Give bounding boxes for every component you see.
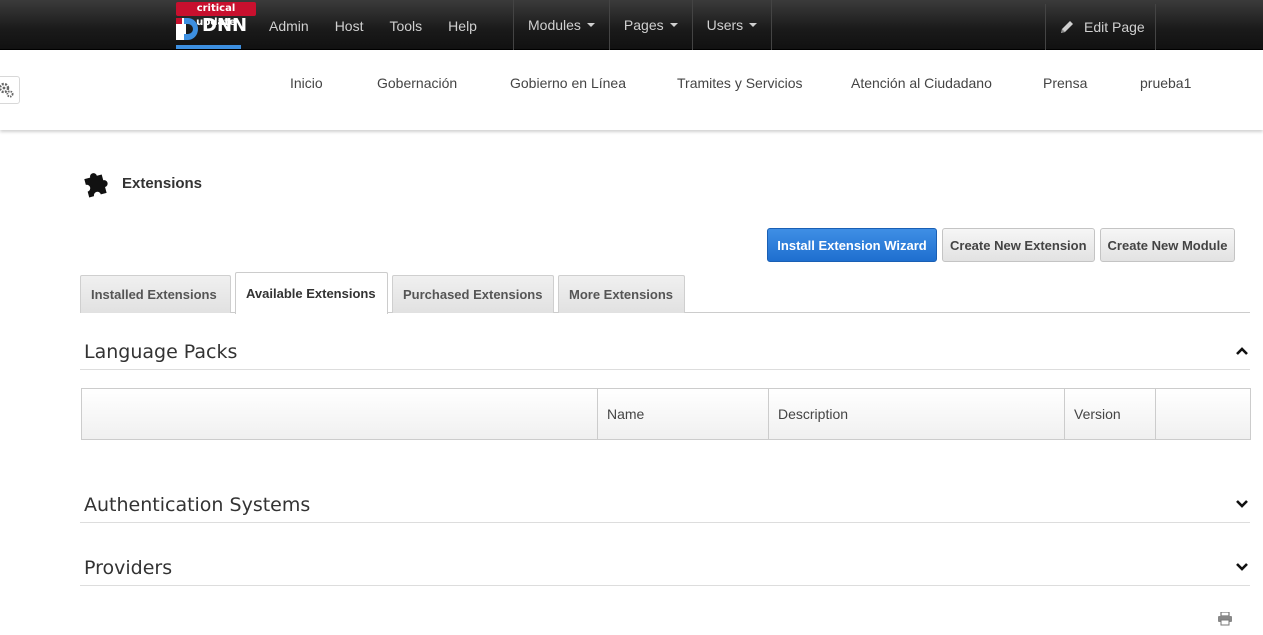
nav-link-gobernacion[interactable]: Gobernación <box>377 75 457 91</box>
extension-tabs: Installed Extensions Available Extension… <box>80 272 1250 314</box>
section-title: Language Packs <box>84 341 238 363</box>
module-title: Extensions <box>82 168 202 198</box>
create-new-extension-button[interactable]: Create New Extension <box>942 228 1095 262</box>
gear-icon <box>0 82 14 98</box>
dnn-wordmark: DNN <box>202 15 248 36</box>
section-authentication-systems[interactable]: Authentication Systems <box>80 483 1250 523</box>
tab-available-extensions[interactable]: Available Extensions <box>235 272 388 314</box>
caret-down-icon <box>586 23 595 28</box>
menu-help[interactable]: Help <box>435 0 490 50</box>
menu-modules[interactable]: Modules <box>513 0 609 50</box>
nav-link-gobierno-en-linea[interactable]: Gobierno en Línea <box>510 75 626 91</box>
content-menu: Modules Pages Users <box>513 0 773 50</box>
nav-link-atencion[interactable]: Atención al Ciudadano <box>851 75 992 91</box>
page-settings-button[interactable] <box>0 76 20 104</box>
create-new-module-button[interactable]: Create New Module <box>1099 228 1236 262</box>
column-header-version[interactable]: Version <box>1064 389 1155 439</box>
nav-link-inicio[interactable]: Inicio <box>290 75 323 91</box>
menu-modules-label: Modules <box>528 17 581 33</box>
column-header-blank <box>82 389 597 439</box>
section-providers[interactable]: Providers <box>80 546 1250 586</box>
puzzle-icon <box>84 173 108 198</box>
section-title: Providers <box>84 557 173 579</box>
menu-host[interactable]: Host <box>322 0 377 50</box>
nav-link-tramites[interactable]: Tramites y Servicios <box>677 75 803 91</box>
chevron-up-icon[interactable] <box>1236 346 1248 356</box>
extension-actions: Install Extension Wizard Create New Exte… <box>767 228 1240 262</box>
tab-more-extensions[interactable]: More Extensions <box>558 275 685 313</box>
nav-link-prueba1[interactable]: prueba1 <box>1140 75 1191 91</box>
page-title: Extensions <box>122 174 203 192</box>
control-bar: critical update DNN Admin Host Tools Hel… <box>0 0 1263 50</box>
print-icon <box>1218 611 1232 626</box>
admin-menu: Admin Host Tools Help <box>256 0 490 50</box>
edit-page-button[interactable]: Edit Page <box>1045 4 1156 50</box>
dnn-logo-icon <box>176 18 198 40</box>
menu-tools[interactable]: Tools <box>376 0 435 50</box>
pencil-icon <box>1061 21 1073 33</box>
print-button[interactable] <box>1217 611 1233 631</box>
logo-active-indicator <box>176 45 241 49</box>
site-header: Inicio Gobernación Gobierno en Línea Tra… <box>0 50 1263 130</box>
menu-admin[interactable]: Admin <box>256 0 322 50</box>
install-extension-wizard-button[interactable]: Install Extension Wizard <box>767 228 937 262</box>
language-packs-table-header: Name Description Version <box>81 388 1251 440</box>
caret-down-icon <box>749 23 758 28</box>
column-header-name[interactable]: Name <box>597 389 768 439</box>
column-header-actions <box>1155 389 1250 439</box>
chevron-down-icon[interactable] <box>1236 499 1248 509</box>
caret-down-icon <box>669 23 678 28</box>
nav-link-prensa[interactable]: Prensa <box>1043 75 1087 91</box>
column-header-description[interactable]: Description <box>768 389 1064 439</box>
edit-page-label: Edit Page <box>1084 19 1145 35</box>
menu-users[interactable]: Users <box>691 0 773 50</box>
dnn-logo[interactable]: critical update DNN <box>176 2 256 50</box>
section-language-packs[interactable]: Language Packs <box>80 330 1250 370</box>
chevron-down-icon[interactable] <box>1236 562 1248 572</box>
menu-pages-label: Pages <box>623 17 664 33</box>
menu-users-label: Users <box>706 17 744 33</box>
tab-installed-extensions[interactable]: Installed Extensions <box>80 275 231 313</box>
section-title: Authentication Systems <box>84 494 311 516</box>
tab-purchased-extensions[interactable]: Purchased Extensions <box>392 275 554 313</box>
menu-pages[interactable]: Pages <box>608 0 692 50</box>
critical-update-badge[interactable]: critical update <box>176 2 256 28</box>
